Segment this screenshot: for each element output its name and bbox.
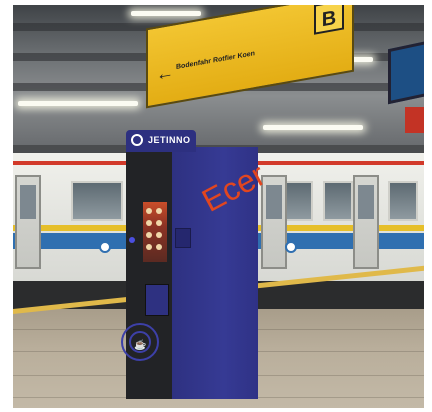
cup-slot (145, 284, 169, 316)
red-sign (405, 107, 424, 133)
ceiling-light (18, 101, 138, 106)
info-screen (388, 40, 424, 105)
sign-text: Bodenfahr Rotfier Koen (176, 50, 255, 72)
train-window (323, 181, 353, 221)
kiosk-header: JETINNO (126, 130, 196, 152)
cup-icon: ☕ (134, 340, 147, 351)
sign-letter: B (314, 5, 344, 35)
arrow-left-icon: ← (156, 61, 174, 85)
kiosk-menu-screen (143, 202, 167, 262)
ceiling-light (131, 11, 201, 16)
camera-icon (129, 237, 135, 243)
ceiling-light (263, 125, 363, 130)
train-door (353, 175, 379, 269)
card-reader (175, 228, 191, 248)
station-photo: ← Bodenfahr Rotfier Koen B ☕ JETINNO Ece… (13, 5, 424, 408)
photo-frame: ← Bodenfahr Rotfier Koen B ☕ JETINNO Ece… (0, 0, 432, 412)
train-window (71, 181, 123, 221)
train-window (388, 181, 418, 221)
brand-logo-icon (131, 134, 143, 146)
kiosk-front: ☕ (121, 147, 173, 399)
train-door (15, 175, 41, 269)
brand-name: JETINNO (148, 135, 191, 145)
train-logo-icon (99, 241, 111, 253)
train-logo-icon (285, 241, 297, 253)
